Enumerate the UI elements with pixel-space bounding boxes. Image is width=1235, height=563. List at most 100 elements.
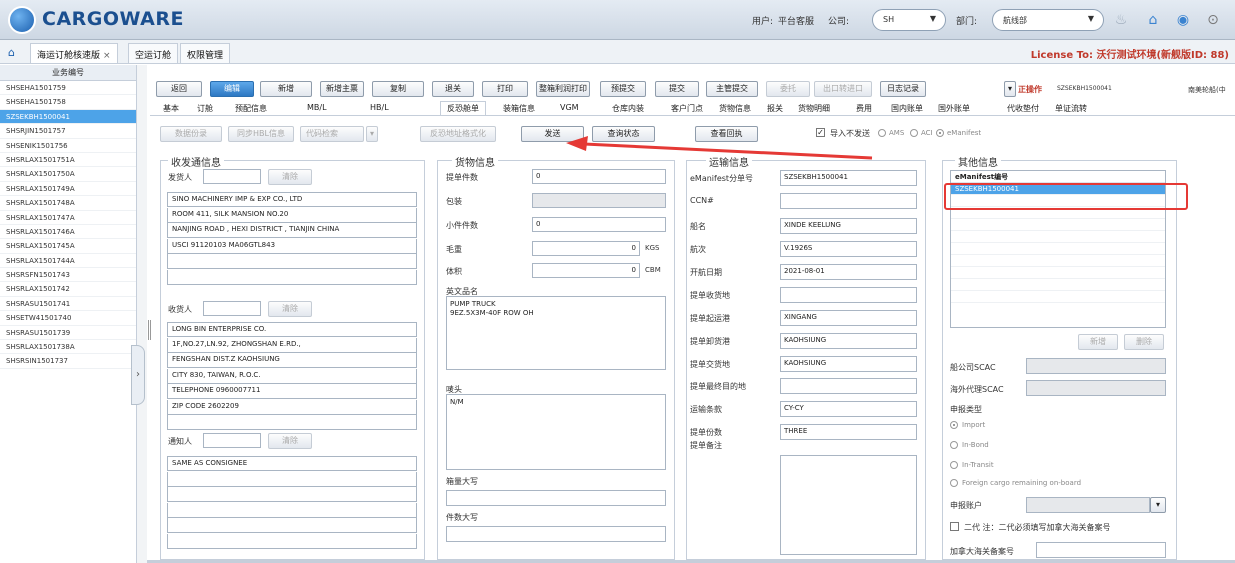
toolbar-button[interactable]: 复制 [372,81,424,97]
list-item[interactable]: SHSRSIN1501737 [0,354,136,369]
transport-input[interactable]: SZSEKBH1500041 [780,170,917,186]
transport-input[interactable]: XINGANG [780,310,917,326]
canada-customs-input[interactable] [1036,542,1166,558]
shipper-clear-button[interactable]: 清除 [268,169,312,185]
consignee-clear-button[interactable]: 清除 [268,301,312,317]
bell-icon[interactable]: ♨ [1112,11,1130,29]
package-input[interactable] [532,193,666,208]
radio-in-bond[interactable] [950,441,958,449]
collapse-icon[interactable]: ⊙ [1204,11,1222,29]
collapse-handle-icon[interactable]: › [131,345,145,405]
list-item[interactable]: SHSEHA1501759 [0,81,136,96]
shipper-code-input[interactable] [203,169,261,184]
chevron-down-icon[interactable]: ▾ [366,126,378,142]
format-address-button[interactable]: 反恐地址格式化 [420,126,496,142]
address-line-input[interactable] [167,533,417,549]
toolbar-button[interactable]: 出口转进口 [814,81,872,97]
address-line-input[interactable]: 1F,NO.27,LN.92, ZHONGSHAN E.RD., [167,337,417,353]
pieces-input[interactable]: 0 [532,169,666,184]
declaration-account-select[interactable] [1026,497,1150,513]
list-item[interactable]: SHSRLAX1501751A [0,153,136,168]
list-item[interactable]: SHSRLAX1501750A [0,167,136,182]
address-line-input[interactable]: CITY 830, TAIWAN, R.O.C. [167,368,417,384]
list-item[interactable]: SHSEHA1501758 [0,95,136,110]
description-textarea[interactable]: PUMP TRUCK 9EZ.5X3M-40F ROW OH [446,296,666,370]
company-select[interactable]: SH ▼ [872,9,946,31]
notify-clear-button[interactable]: 清除 [268,433,312,449]
chevron-down-icon[interactable]: ▾ [1150,497,1166,513]
transport-input[interactable]: THREE [780,424,917,440]
transport-input[interactable]: KAOHSIUNG [780,333,917,349]
second-gen-checkbox[interactable] [950,522,959,531]
address-line-input[interactable]: NANJING ROAD , HEXI DISTRICT , TIANJIN C… [167,223,417,238]
notify-code-input[interactable] [203,433,261,448]
small-pieces-input[interactable]: 0 [532,217,666,232]
consignee-code-input[interactable] [203,301,261,316]
toolbar-button[interactable]: 新增 [260,81,312,97]
transport-input[interactable]: 2021-08-01 [780,264,917,280]
address-line-input[interactable] [167,471,417,487]
subtab[interactable]: 客户门点 [671,103,703,114]
list-item[interactable]: SHSRSFN1501743 [0,268,136,283]
list-item[interactable]: SHSRLAX1501738A [0,340,136,355]
subtab[interactable]: 货物信息 [719,103,751,114]
toolbar-button[interactable]: 返回 [156,81,202,97]
address-line-input[interactable] [167,502,417,518]
tab-air-booking[interactable]: 空运订舱 [128,43,179,63]
transport-input[interactable]: V.1926S [780,241,917,257]
carrier-scac-input[interactable] [1026,358,1166,374]
transport-input[interactable]: CY-CY [780,401,917,417]
toolbar-button[interactable]: 主管提交 [706,81,758,97]
radio-foreign-cargo[interactable] [950,479,958,487]
subtab[interactable]: 代收垫付 [1007,103,1039,114]
subtab[interactable]: 订舱 [197,103,213,114]
subtab[interactable]: 预配信息 [235,103,267,114]
address-line-input[interactable] [167,518,417,533]
subtab[interactable]: MB/L [307,103,327,112]
subtab[interactable]: 货物明细 [798,103,830,114]
radio-aci[interactable] [910,129,918,137]
toolbar-button[interactable]: 新增主票 [320,81,364,97]
address-line-input[interactable]: TELEPHONE 0960007711 [167,384,417,399]
weight-input[interactable]: 0 [532,241,640,256]
toolbar-button[interactable]: 预提交 [600,81,646,97]
list-item[interactable]: SHSRLAX1501747A [0,211,136,225]
toolbar-button[interactable]: 打印 [482,81,528,97]
list-item[interactable]: SZSEKBH1500041 [0,109,136,125]
address-line-input[interactable]: SINO MACHINERY IMP & EXP CO., LTD [167,192,417,207]
list-item[interactable]: SHSRLAX1501745A [0,239,136,254]
box-upper-input[interactable] [446,490,666,506]
toolbar-button[interactable]: 退关 [432,81,474,97]
list-item[interactable]: SHSETW41501740 [0,311,136,326]
close-icon[interactable]: × [103,51,111,61]
radio-in-transit[interactable] [950,461,958,469]
radio-emanifest[interactable] [936,129,944,137]
dept-select[interactable]: 航线部 ▼ [992,9,1104,31]
transport-input[interactable] [780,193,917,209]
subtab[interactable]: 反恐舱单 [440,101,486,115]
data-entry-button[interactable]: 数据份录 [160,126,222,142]
home-tab-icon[interactable]: ⌂ [8,46,15,59]
marks-textarea[interactable]: N/M [446,394,666,470]
address-line-input[interactable]: USCI 91120103 MA06GTL843 [167,238,417,254]
tab-permissions[interactable]: 权限管理 [180,43,231,63]
address-line-input[interactable] [167,254,417,269]
emanifest-delete-button[interactable]: 删除 [1124,334,1164,350]
subtab[interactable]: 仓库内装 [612,103,644,114]
tab-sea-booking[interactable]: 海运订舱核速版 × [30,43,118,63]
subtab[interactable]: 报关 [767,103,783,114]
code-search-select[interactable]: 代码检索 [300,126,364,142]
toolbar-button[interactable]: 提交 [655,81,699,97]
address-line-input[interactable] [167,415,417,430]
list-item[interactable]: SHSRASU1501739 [0,326,136,341]
radio-import[interactable] [950,421,958,429]
help-icon[interactable]: ◉ [1174,11,1192,29]
emanifest-add-button[interactable]: 新增 [1078,334,1118,350]
subtab[interactable]: 费用 [856,103,872,114]
splitter[interactable]: › [131,65,147,563]
address-line-input[interactable]: LONG BIN ENTERPRISE CO. [167,322,417,337]
subtab[interactable]: 国外账单 [938,103,970,114]
toolbar-button[interactable]: 日志记录 [880,81,926,97]
subtab[interactable]: 装箱信息 [503,103,535,114]
list-item[interactable]: SHSRLAX1501746A [0,225,136,240]
